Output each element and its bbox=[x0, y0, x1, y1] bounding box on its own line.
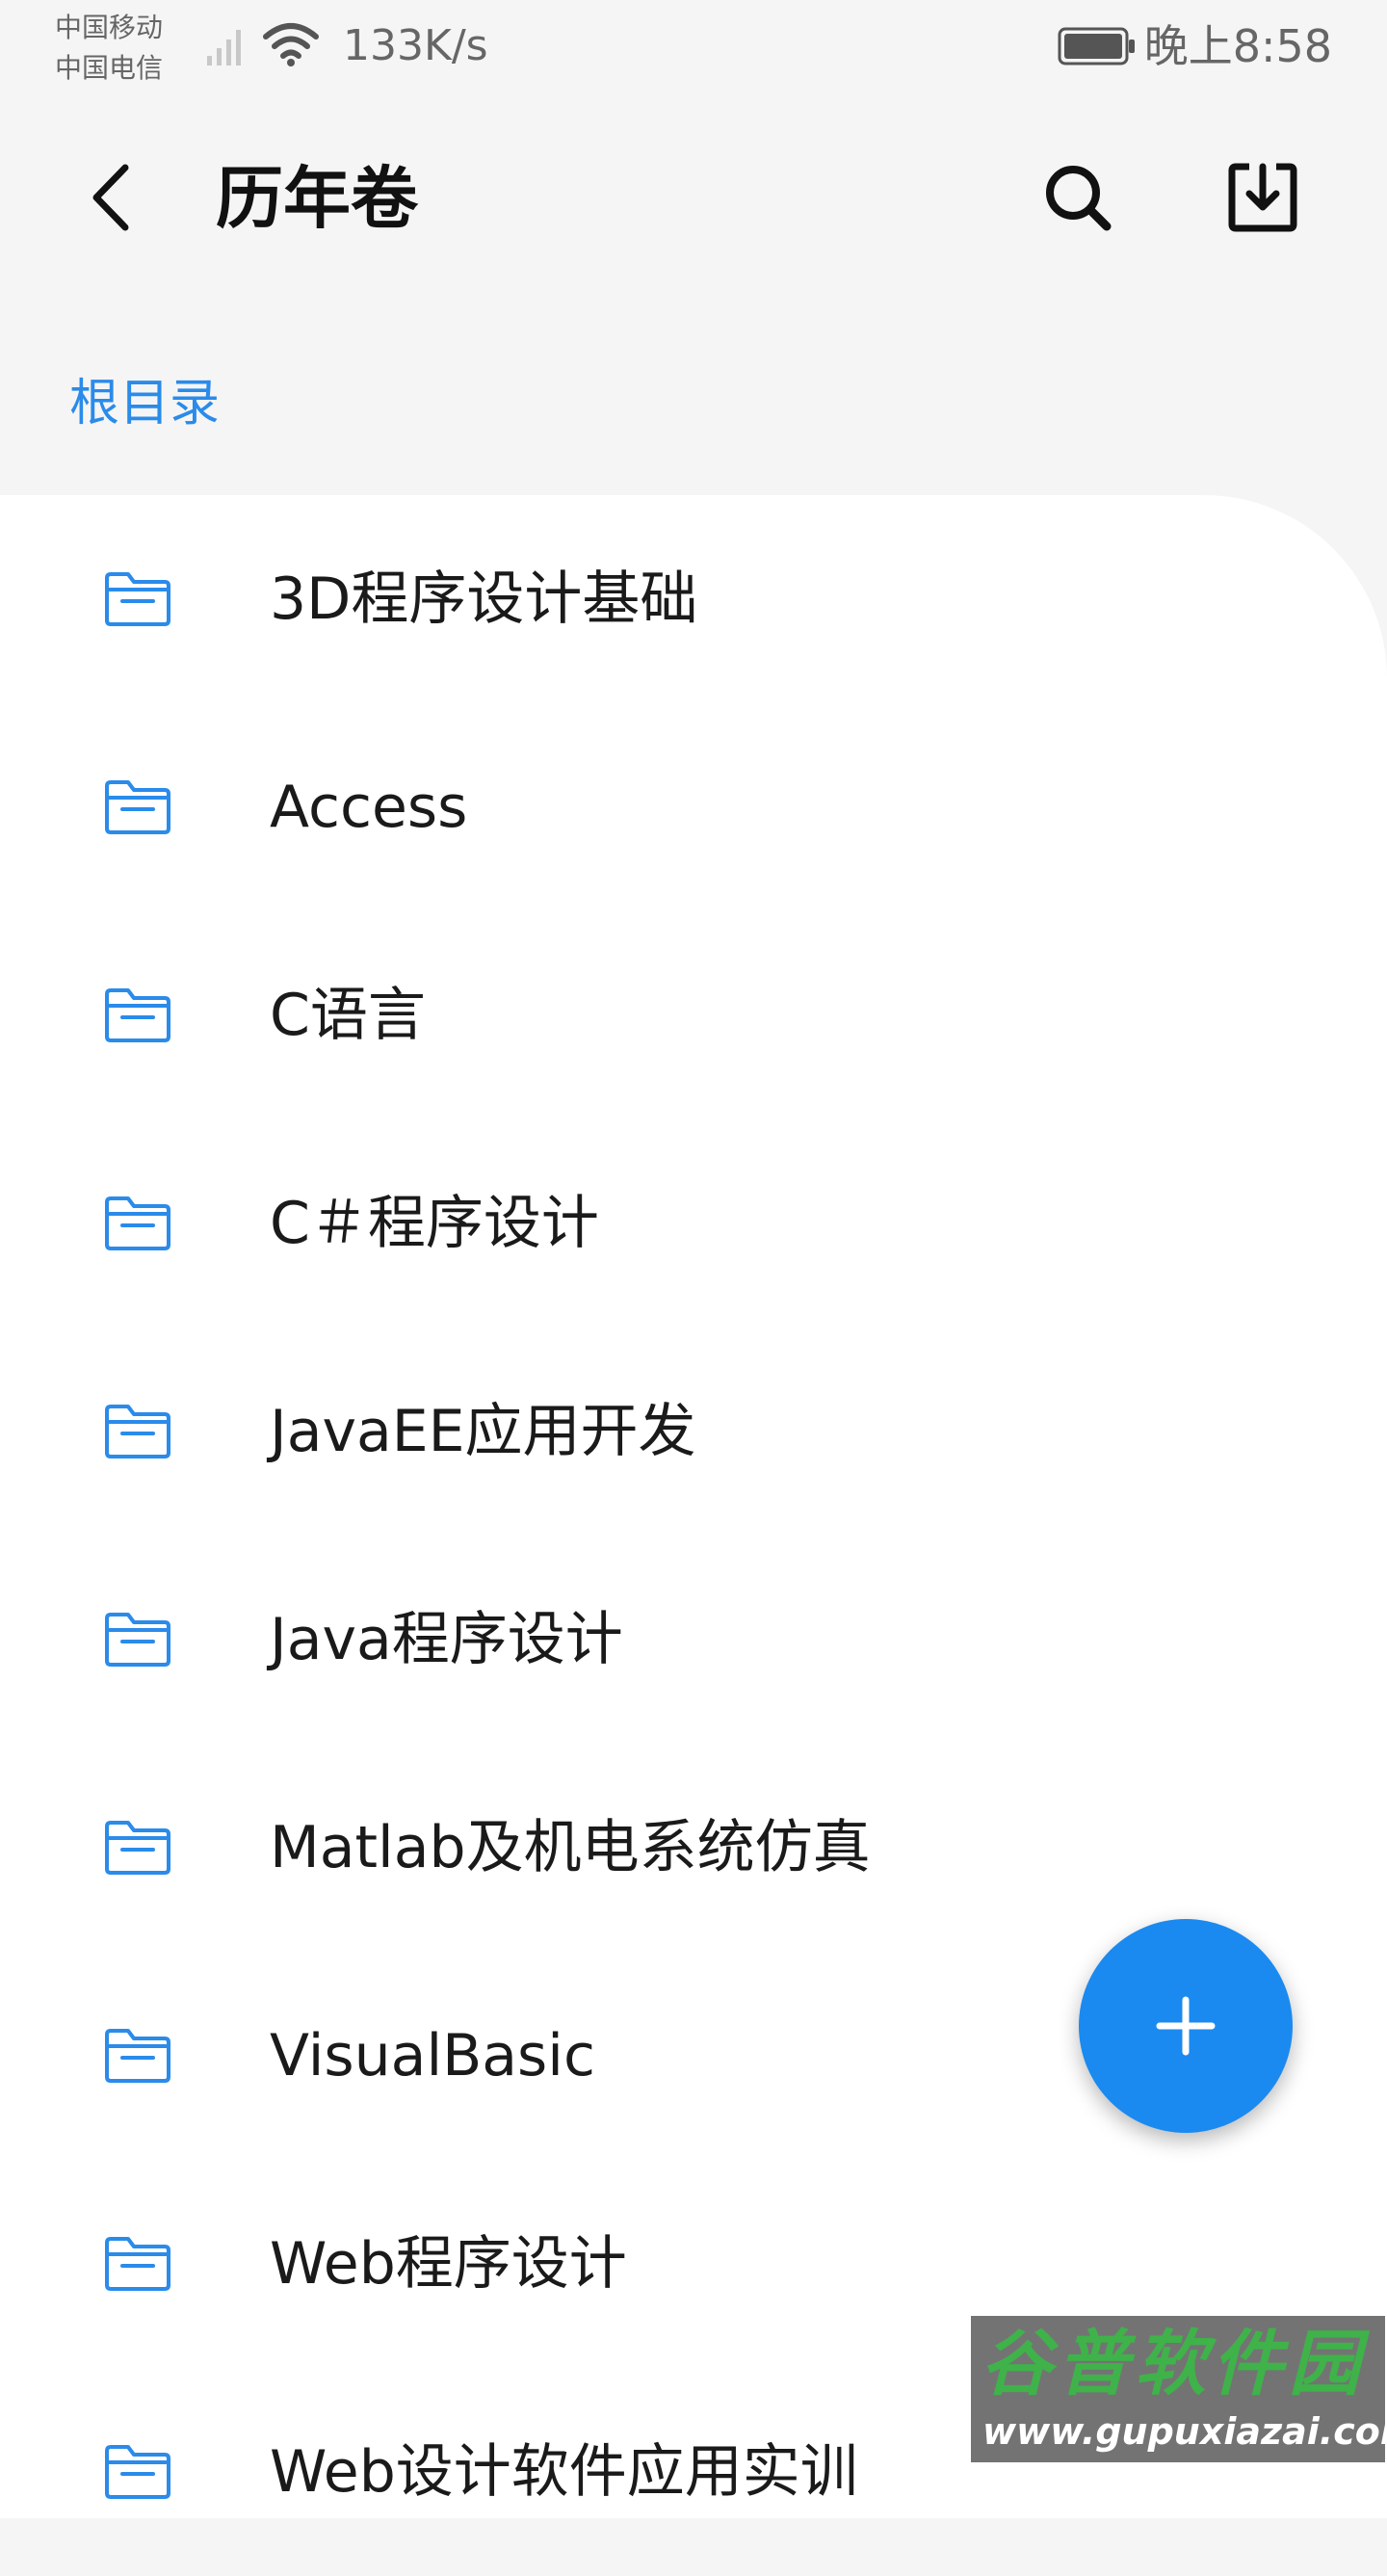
folder-icon bbox=[105, 2445, 170, 2499]
search-icon bbox=[1046, 166, 1112, 231]
folder-label: C＃程序设计 bbox=[270, 1190, 599, 1257]
folder-icon bbox=[105, 1613, 170, 1667]
folder-label: JavaEE应用开发 bbox=[270, 1398, 696, 1465]
folder-icon bbox=[105, 988, 170, 1042]
folder-label: Java程序设计 bbox=[270, 1606, 623, 1673]
folder-icon bbox=[105, 1405, 170, 1459]
clock: 晚上8:58 bbox=[1143, 20, 1332, 72]
watermark: 谷普软件园 www.gupuxiazai.com bbox=[971, 2316, 1387, 2462]
folder-label: 3D程序设计基础 bbox=[270, 565, 698, 633]
folder-item[interactable]: Access bbox=[0, 703, 1387, 911]
download-icon bbox=[1228, 163, 1297, 232]
page-title: 历年卷 bbox=[216, 159, 418, 238]
network-speed: 133K/s bbox=[343, 21, 488, 70]
folder-item[interactable]: C＃程序设计 bbox=[0, 1119, 1387, 1327]
folder-label: Access bbox=[270, 774, 468, 841]
carrier-2: 中国电信 bbox=[55, 52, 164, 84]
watermark-title: 谷普软件园 bbox=[981, 2323, 1366, 2405]
folder-list: 3D程序设计基础 Access C语言 C＃程序设计 JavaEE应用开发 Ja… bbox=[0, 495, 1387, 2518]
breadcrumb-root[interactable]: 根目录 bbox=[69, 374, 220, 434]
folder-label: Web设计软件应用实训 bbox=[270, 2438, 858, 2506]
carrier-labels: 中国移动 中国电信 bbox=[55, 8, 163, 89]
folder-label: Web程序设计 bbox=[270, 2230, 627, 2298]
watermark-url: www.gupuxiazai.com bbox=[982, 2410, 1387, 2453]
status-bar: 中国移动 中国电信 133K/s 晚上8:58 bbox=[0, 0, 1387, 96]
signal-icon bbox=[207, 30, 241, 66]
folder-icon bbox=[105, 2029, 170, 2083]
folder-icon bbox=[105, 2237, 170, 2291]
battery-icon bbox=[1058, 27, 1135, 66]
search-button[interactable] bbox=[1034, 154, 1121, 241]
folder-label: Matlab及机电系统仿真 bbox=[270, 1814, 871, 1881]
folder-icon bbox=[105, 572, 170, 626]
add-button[interactable] bbox=[1079, 1919, 1293, 2133]
carrier-1: 中国移动 bbox=[55, 12, 164, 43]
folder-label: C语言 bbox=[270, 982, 426, 1049]
folder-item[interactable]: JavaEE应用开发 bbox=[0, 1327, 1387, 1536]
plus-icon bbox=[1156, 1996, 1216, 2056]
chevron-left-icon bbox=[92, 164, 129, 231]
folder-icon bbox=[105, 1821, 170, 1875]
folder-item[interactable]: Java程序设计 bbox=[0, 1536, 1387, 1744]
app-bar: 历年卷 bbox=[0, 96, 1387, 308]
back-button[interactable] bbox=[67, 154, 154, 241]
folder-item[interactable]: 3D程序设计基础 bbox=[0, 495, 1387, 703]
folder-icon bbox=[105, 780, 170, 834]
folder-icon bbox=[105, 1196, 170, 1250]
folder-label: VisualBasic bbox=[270, 2022, 595, 2090]
wifi-icon bbox=[263, 23, 319, 66]
folder-item[interactable]: C语言 bbox=[0, 911, 1387, 1119]
download-button[interactable] bbox=[1219, 154, 1306, 241]
